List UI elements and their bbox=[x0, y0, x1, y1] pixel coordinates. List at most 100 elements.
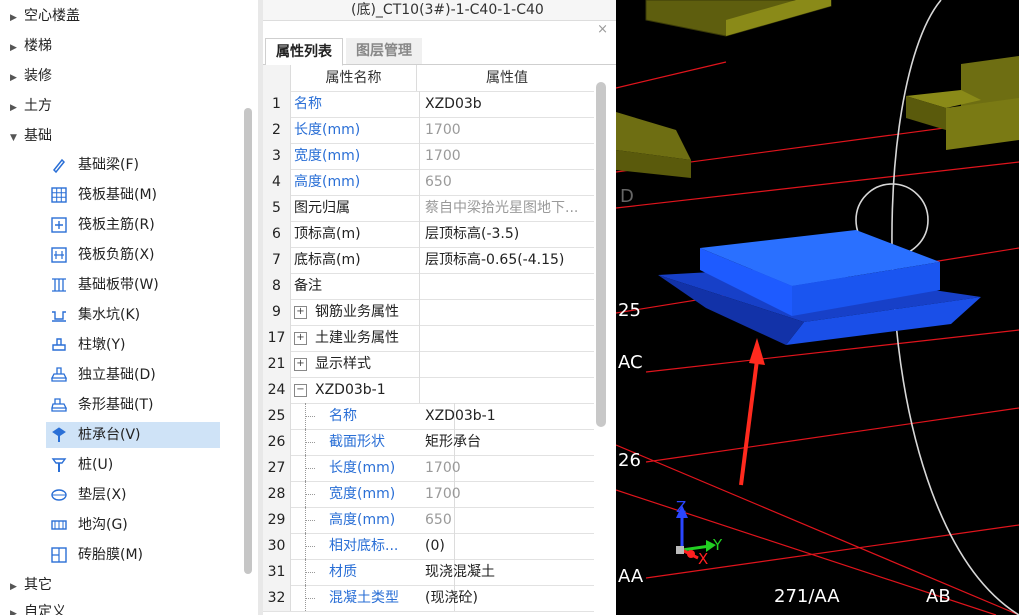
tree-item-cushion[interactable]: 垫层(X) bbox=[46, 482, 220, 508]
property-row[interactable]: 5 图元归属 蔡自中梁拾光星图地下... bbox=[263, 195, 594, 222]
row-number: 29 bbox=[263, 507, 291, 533]
property-row[interactable]: 4 高度(mm) 650 bbox=[263, 169, 594, 196]
tree-item-pile[interactable]: 桩(U) bbox=[46, 452, 220, 478]
selected-pile-cap[interactable] bbox=[658, 230, 981, 345]
property-row[interactable]: 17 + 土建业务属性 bbox=[263, 325, 594, 352]
property-row[interactable]: 8 备注 bbox=[263, 273, 594, 300]
3d-viewport[interactable]: Z Y X D 25 AC 26 AA 271/AA AB bbox=[616, 0, 1019, 615]
close-icon[interactable]: × bbox=[597, 22, 608, 37]
property-value[interactable]: 现浇混凝土 bbox=[421, 559, 597, 585]
property-value[interactable] bbox=[421, 299, 597, 325]
property-row[interactable]: 3 宽度(mm) 1700 bbox=[263, 143, 594, 170]
property-value[interactable]: 蔡自中梁拾光星图地下... bbox=[421, 195, 597, 221]
property-row[interactable]: 27 长度(mm) 1700 bbox=[263, 455, 594, 482]
property-value[interactable]: 层顶标高(-3.5) bbox=[421, 221, 597, 247]
property-row[interactable]: 7 底标高(m) 层顶标高-0.65(-4.15) bbox=[263, 247, 594, 274]
property-value[interactable]: 650 bbox=[421, 507, 597, 533]
tree-category-decoration[interactable]: ▶ 装修 bbox=[10, 64, 52, 88]
property-name-text: 钢筋业务属性 bbox=[315, 304, 399, 320]
expand-icon[interactable]: + bbox=[294, 305, 307, 319]
tree-item-sump-pit[interactable]: 集水坑(K) bbox=[46, 302, 220, 328]
property-grid-scrollbar[interactable] bbox=[596, 82, 606, 427]
tab-layer-management[interactable]: 图层管理 bbox=[346, 38, 422, 64]
tree-item-brick-mold[interactable]: 砖胎膜(M) bbox=[46, 542, 220, 568]
property-value[interactable] bbox=[421, 377, 597, 403]
property-value[interactable] bbox=[421, 325, 597, 351]
column-header-name[interactable]: 属性名称 bbox=[291, 65, 417, 91]
row-number: 24 bbox=[263, 377, 291, 403]
property-value[interactable]: 矩形承台 bbox=[421, 429, 597, 455]
tree-item-strip-footing[interactable]: 条形基础(T) bbox=[46, 392, 220, 418]
property-row[interactable]: 30 相对底标... (0) bbox=[263, 533, 594, 560]
tree-item-trench[interactable]: 地沟(G) bbox=[46, 512, 220, 538]
property-row[interactable]: 9 + 钢筋业务属性 bbox=[263, 299, 594, 326]
property-row[interactable]: 24− XZD03b-1 bbox=[263, 377, 594, 404]
tree-item-column-pier[interactable]: 柱墩(Y) bbox=[46, 332, 220, 358]
chevron-down-icon[interactable]: ▼ bbox=[10, 126, 24, 150]
tree-item-raft-negative-rebar[interactable]: 筏板负筋(X) bbox=[46, 242, 220, 268]
property-row[interactable]: 28 宽度(mm) 1700 bbox=[263, 481, 594, 508]
tree-item-foundation-beam[interactable]: 基础梁(F) bbox=[46, 152, 220, 178]
tree-category-custom[interactable]: ▶ 自定义 bbox=[10, 600, 66, 615]
trench-icon bbox=[51, 520, 67, 530]
row-number: 7 bbox=[263, 247, 291, 273]
tree-category-stairs[interactable]: ▶ 楼梯 bbox=[10, 34, 52, 58]
chevron-right-icon[interactable]: ▶ bbox=[10, 575, 24, 599]
property-name: 备注 bbox=[291, 273, 420, 299]
tree-category-other[interactable]: ▶ 其它 bbox=[10, 573, 52, 597]
chevron-right-icon[interactable]: ▶ bbox=[10, 36, 24, 60]
property-row[interactable]: 29 高度(mm) 650 bbox=[263, 507, 594, 534]
column-pier-icon bbox=[52, 338, 66, 351]
row-number: 3 bbox=[263, 143, 291, 169]
chevron-right-icon[interactable]: ▶ bbox=[10, 66, 24, 90]
tree-category-hollow-floor[interactable]: ▶ 空心楼盖 bbox=[10, 4, 80, 28]
property-row[interactable]: 25 名称 XZD03b-1 bbox=[263, 403, 594, 430]
property-row[interactable]: 6 顶标高(m) 层顶标高(-3.5) bbox=[263, 221, 594, 248]
row-number: 9 bbox=[263, 299, 291, 325]
property-value[interactable]: 1700 bbox=[421, 455, 597, 481]
tree-guide-line bbox=[299, 533, 315, 559]
chevron-right-icon[interactable]: ▶ bbox=[10, 602, 24, 615]
property-value[interactable]: 层顶标高-0.65(-4.15) bbox=[421, 247, 597, 273]
tree-item-isolated-footing[interactable]: 独立基础(D) bbox=[46, 362, 220, 388]
row-number: 27 bbox=[263, 455, 291, 481]
property-row[interactable]: 26 截面形状 矩形承台 bbox=[263, 429, 594, 456]
property-name: 高度(mm) bbox=[291, 169, 420, 195]
property-value[interactable]: 650 bbox=[421, 169, 597, 195]
column-header-value[interactable]: 属性值 bbox=[421, 65, 593, 91]
tree-item-foundation-strip[interactable]: 基础板带(W) bbox=[46, 272, 220, 298]
property-value[interactable]: (现浇砼) bbox=[421, 585, 597, 611]
property-value[interactable]: XZD03b bbox=[421, 91, 597, 117]
property-name-text: 图元归属 bbox=[294, 200, 350, 216]
property-row[interactable]: 31 材质 现浇混凝土 bbox=[263, 559, 594, 586]
expand-icon[interactable]: + bbox=[294, 331, 307, 345]
property-row[interactable]: 21 + 显示样式 bbox=[263, 351, 594, 378]
property-row[interactable]: 32 混凝土类型 (现浇砼) bbox=[263, 585, 594, 612]
3d-scene[interactable] bbox=[616, 0, 1019, 615]
property-value[interactable]: 1700 bbox=[421, 143, 597, 169]
existing-pile-cap-blocks[interactable] bbox=[616, 0, 1019, 178]
tree-category-foundation[interactable]: ▼ 基础 bbox=[10, 124, 52, 148]
property-value[interactable] bbox=[421, 351, 597, 377]
tree-item-raft-main-rebar[interactable]: 筏板主筋(R) bbox=[46, 212, 220, 238]
tree-item-pile-cap[interactable]: 桩承台(V) bbox=[46, 422, 220, 448]
tree-category-earthwork[interactable]: ▶ 土方 bbox=[10, 94, 52, 118]
tab-property-list[interactable]: 属性列表 bbox=[265, 38, 343, 66]
property-name-text: 高度(mm) bbox=[329, 512, 396, 528]
tree-item-raft-foundation[interactable]: 筏板基础(M) bbox=[46, 182, 220, 208]
row-number: 31 bbox=[263, 559, 291, 585]
property-value[interactable] bbox=[421, 273, 597, 299]
property-row[interactable]: 1 名称 XZD03b bbox=[263, 91, 594, 118]
property-value[interactable]: (0) bbox=[421, 533, 597, 559]
property-value[interactable]: 1700 bbox=[421, 117, 597, 143]
property-value[interactable]: XZD03b-1 bbox=[421, 403, 597, 429]
collapse-icon[interactable]: − bbox=[294, 383, 307, 397]
property-panel: (底)_CT10(3#)-1-C40-1-C40 × 属性列表 图层管理 属性名… bbox=[263, 0, 616, 615]
property-row[interactable]: 2 长度(mm) 1700 bbox=[263, 117, 594, 144]
expand-icon[interactable]: + bbox=[294, 357, 307, 371]
tree-scrollbar[interactable] bbox=[244, 108, 252, 574]
chevron-right-icon[interactable]: ▶ bbox=[10, 96, 24, 120]
tree-guide-line bbox=[299, 455, 315, 481]
property-value[interactable]: 1700 bbox=[421, 481, 597, 507]
chevron-right-icon[interactable]: ▶ bbox=[10, 6, 24, 30]
